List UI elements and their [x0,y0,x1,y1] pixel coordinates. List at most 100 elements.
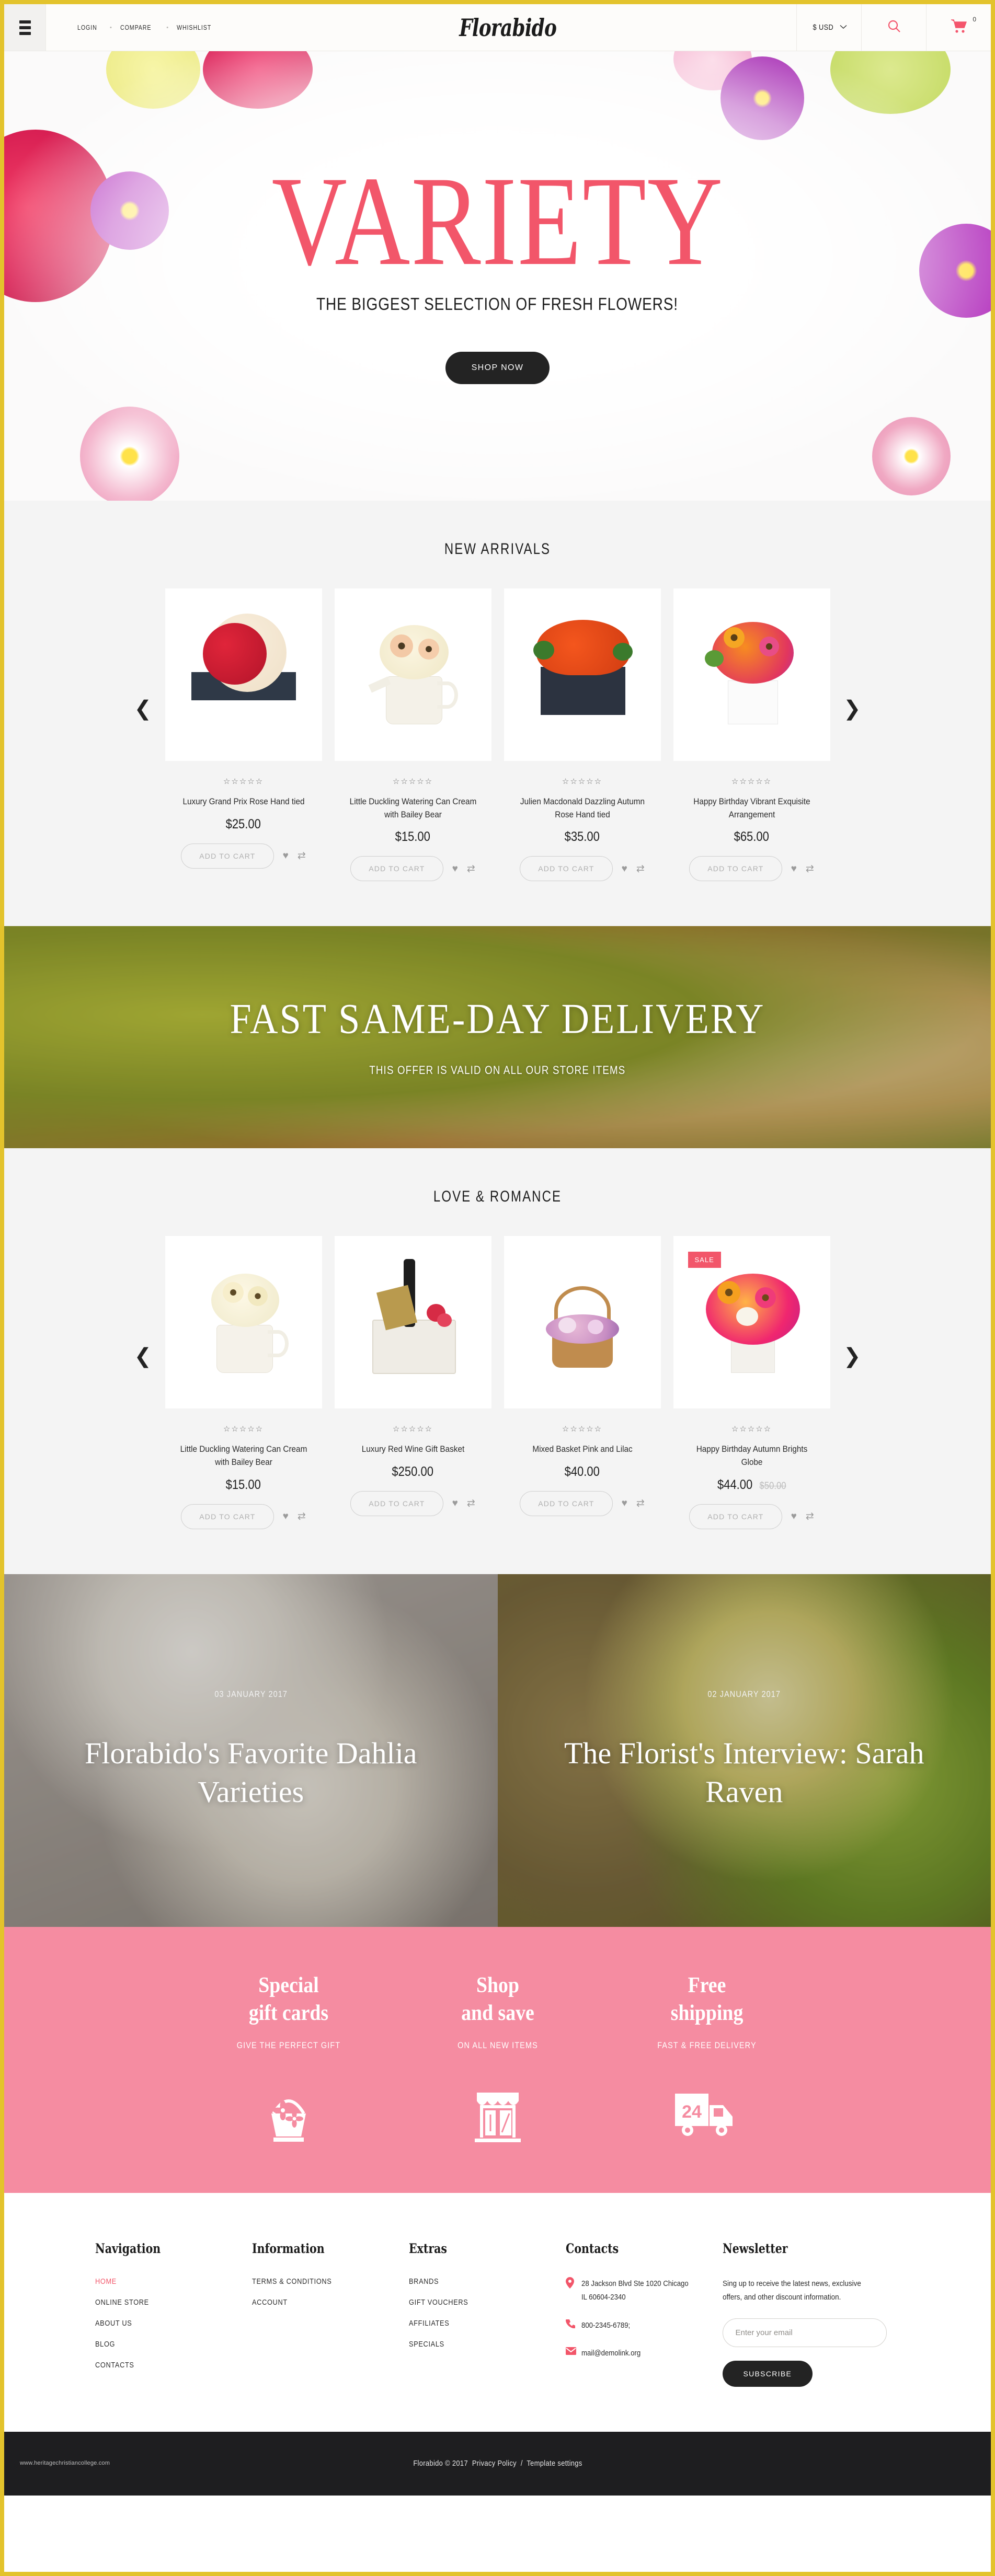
product-price: $25.00 [225,816,261,831]
shop-now-button[interactable]: SHOP NOW [445,352,550,385]
header-link-wishlist[interactable]: WHISHLIST [177,24,211,31]
watermark-text: www.heritagechristiancollege.com [20,2459,110,2466]
list-item: ABOUT US [95,2319,238,2328]
footer-heading-contacts: Contacts [565,2241,619,2257]
add-to-cart-button[interactable]: ADD TO CART [350,856,443,882]
carousel-prev-button[interactable]: ❮ [134,698,152,719]
footer-link-affiliates[interactable]: AFFILIATES [409,2319,449,2328]
footer-link-account[interactable]: ACCOUNT [252,2298,288,2307]
template-settings-link[interactable]: Template settings [527,2459,582,2468]
footer-link-online-store[interactable]: ONLINE STORE [95,2298,149,2307]
subscribe-button[interactable]: SUBSCRIBE [722,2360,813,2387]
features-section: Special gift cards GIVE THE PERFECT GIFT [4,1926,991,2193]
add-to-cart-button[interactable]: ADD TO CART [520,1491,613,1516]
feature-title-line1: Special [258,1973,319,1997]
rating-stars: ☆☆☆☆☆ [392,777,433,786]
product-image[interactable] [504,588,661,761]
hamburger-icon [19,20,31,35]
cart-button[interactable]: 0 [926,4,991,51]
compare-icon[interactable]: ⇄ [636,864,645,874]
contact-email[interactable]: mail@demolink.org [581,2347,641,2360]
compare-icon[interactable]: ⇄ [298,1511,306,1521]
compare-icon[interactable]: ⇄ [467,1498,475,1508]
heart-icon[interactable]: ♥ [791,864,797,874]
search-button[interactable] [861,4,926,51]
compare-icon[interactable]: ⇄ [467,864,475,874]
feature-title-line2: gift cards [248,2001,328,2026]
product-card[interactable]: ☆☆☆☆☆ Happy Birthday Vibrant Exquisite A… [673,588,830,882]
heart-icon[interactable]: ♥ [283,851,289,861]
blog-section: 03 JANUARY 2017 Florabido's Favorite Dah… [4,1574,991,1927]
rating-stars: ☆☆☆☆☆ [731,1425,772,1434]
compare-icon[interactable]: ⇄ [806,1511,814,1521]
heart-icon[interactable]: ♥ [791,1511,797,1521]
product-card[interactable]: ☆☆☆☆☆ Mixed Basket Pink and Lilac $40.00… [504,1236,661,1529]
list-item: ONLINE STORE [95,2298,238,2307]
carousel-next-button[interactable]: ❯ [843,1346,861,1367]
heart-icon[interactable]: ♥ [283,1511,289,1521]
add-to-cart-button[interactable]: ADD TO CART [181,843,274,869]
currency-selector[interactable]: $ USD [796,4,861,51]
product-name: Happy Birthday Vibrant Exquisite Arrange… [693,796,810,819]
add-to-cart-button[interactable]: ADD TO CART [689,856,782,882]
product-image[interactable] [334,1236,491,1409]
blog-post-card[interactable]: 03 JANUARY 2017 Florabido's Favorite Dah… [4,1574,498,1927]
compare-icon[interactable]: ⇄ [806,864,814,874]
footer-link-terms-conditions[interactable]: TERMS & CONDITIONS [252,2277,332,2286]
heart-icon[interactable]: ♥ [452,864,458,874]
sale-badge: SALE [688,1252,721,1268]
list-item: BLOG [95,2340,238,2349]
product-image[interactable] [165,1236,322,1409]
blog-post-date: 02 JANUARY 2017 [707,1689,781,1699]
product-image[interactable]: SALE [673,1236,830,1409]
promo-subtitle: THIS OFFER IS VALID ON ALL OUR STORE ITE… [369,1064,626,1077]
carousel-prev-button[interactable]: ❮ [134,1346,152,1367]
header-link-login[interactable]: LOGIN [77,24,97,31]
newsletter-email-input[interactable] [722,2318,887,2347]
logo-container[interactable]: Florabido [219,4,796,51]
heart-icon[interactable]: ♥ [622,1498,627,1508]
product-image[interactable] [334,588,491,761]
product-image[interactable] [165,588,322,761]
heart-icon[interactable]: ♥ [452,1498,458,1508]
compare-icon[interactable]: ⇄ [298,851,306,861]
menu-toggle-button[interactable] [4,4,46,51]
feature-shop-and-save: Shop and save ON ALL NEW ITEMS [393,1972,602,2143]
product-card[interactable]: ☆☆☆☆☆ Luxury Grand Prix Rose Hand tied $… [165,588,322,881]
footer-link-specials[interactable]: SPECIALS [409,2340,444,2349]
header-link-compare[interactable]: COMPARE [120,24,151,31]
feature-title-line2: and save [461,2001,534,2026]
footer-link-brands[interactable]: BRANDS [409,2277,439,2286]
love-romance-section: LOVE & ROMANCE ❮ ❯ ☆☆☆☆☆ Little Duckling… [4,1148,991,1574]
product-card[interactable]: ☆☆☆☆☆ Little Duckling Watering Can Cream… [165,1236,322,1529]
product-price: $35.00 [564,829,600,845]
product-card[interactable]: ☆☆☆☆☆ Luxury Red Wine Gift Basket $250.0… [334,1236,491,1529]
heart-icon[interactable]: ♥ [622,864,627,874]
footer-link-blog[interactable]: BLOG [95,2340,115,2349]
new-arrivals-section: NEW ARRIVALS ❮ ❯ ☆☆☆☆☆ Luxury Grand Prix… [4,501,991,927]
copyright-line: Florabido © 2017 Privacy Policy / Templa… [413,2459,582,2468]
header-actions: $ USD 0 [796,4,991,51]
rating-stars: ☆☆☆☆☆ [562,1425,603,1434]
product-image[interactable] [504,1236,661,1409]
footer-link-gift-vouchers[interactable]: GIFT VOUCHERS [409,2298,468,2307]
footer-link-contacts[interactable]: CONTACTS [95,2361,134,2370]
new-arrivals-carousel: ❮ ❯ ☆☆☆☆☆ Luxury Grand Prix Rose Hand ti… [134,588,861,882]
add-to-cart-button[interactable]: ADD TO CART [350,1491,443,1516]
compare-icon[interactable]: ⇄ [636,1498,645,1508]
carousel-next-button[interactable]: ❯ [843,698,861,719]
blog-post-card[interactable]: 02 JANUARY 2017 The Florist's Interview:… [497,1574,991,1927]
contact-phone[interactable]: 800-2345-6789; [581,2319,630,2332]
add-to-cart-button[interactable]: ADD TO CART [181,1504,274,1529]
add-to-cart-button[interactable]: ADD TO CART [520,856,613,882]
product-image[interactable] [673,588,830,761]
product-card[interactable]: SALE ☆☆☆☆☆ Happy Birthday Autumn Brights… [673,1236,830,1529]
product-card[interactable]: ☆☆☆☆☆ Little Duckling Watering Can Cream… [334,588,491,882]
product-card[interactable]: ☆☆☆☆☆ Julien Macdonald Dazzling Autumn R… [504,588,661,882]
feature-title-line1: Shop [476,1973,519,1997]
add-to-cart-button[interactable]: ADD TO CART [689,1504,782,1529]
phone-icon [565,2319,581,2332]
footer-link-home[interactable]: HOME [95,2277,117,2286]
footer-link-about-us[interactable]: ABOUT US [95,2319,132,2328]
privacy-policy-link[interactable]: Privacy Policy [472,2459,516,2468]
